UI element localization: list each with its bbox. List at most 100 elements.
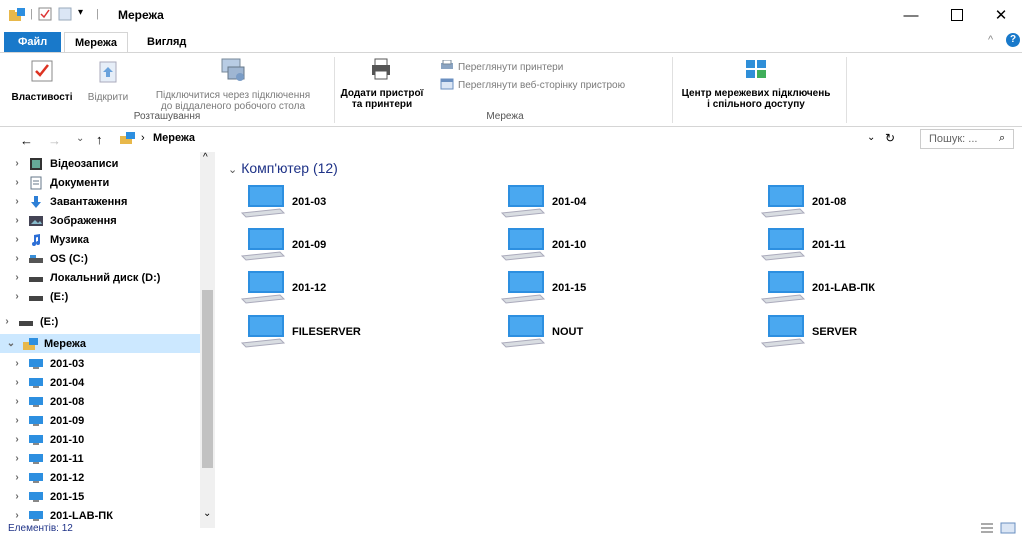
large-icons-view-icon[interactable] [1000,522,1016,537]
chevron-down-icon[interactable]: ⌄ [4,338,18,349]
nav-item-network[interactable]: ⌄ Мережа [0,334,200,353]
computer-item[interactable]: NOUT [500,312,700,352]
computer-icon [240,226,286,265]
nav-item-drive-c[interactable]: › OS (C:) [0,249,200,268]
properties-icon [30,59,54,86]
computer-item[interactable]: 201-03 [240,182,440,222]
computer-item[interactable]: 201-15 [500,268,700,308]
chevron-right-icon[interactable]: › [10,415,24,426]
chevron-right-icon[interactable]: › [10,158,24,169]
maximize-button[interactable] [934,0,980,30]
close-button[interactable]: ✕ [978,0,1022,30]
computer-item[interactable]: 201-10 [500,225,700,265]
forward-arrow-icon[interactable]: → [48,133,61,148]
nav-item-computer[interactable]: › 201-03 [0,354,200,373]
properties-quick-icon[interactable] [38,7,52,24]
collapse-ribbon-icon[interactable]: ^ [988,34,993,46]
nav-item-computer[interactable]: › 201-12 [0,468,200,487]
chevron-right-icon[interactable]: › [10,472,24,483]
chevron-right-icon[interactable]: › [10,215,24,226]
nav-item-computer[interactable]: › 201-08 [0,392,200,411]
chevron-right-icon[interactable]: › [10,291,24,302]
breadcrumb-chevron-icon[interactable]: › [141,132,145,144]
nav-item-computer[interactable]: › 201-15 [0,487,200,506]
nav-item-videos[interactable]: › Відеозаписи [0,154,200,173]
computer-item[interactable]: 201-12 [240,268,440,308]
refresh-icon[interactable]: ↻ [885,131,895,145]
scroll-down-icon[interactable]: ⌄ [203,508,211,519]
nav-item-documents[interactable]: › Документи [0,173,200,192]
computer-item[interactable]: 201-09 [240,225,440,265]
chevron-right-icon[interactable]: › [10,510,24,521]
nav-item-drive-d[interactable]: › Локальний диск (D:) [0,268,200,287]
details-view-icon[interactable] [980,522,994,537]
nav-item-downloads[interactable]: › Завантаження [0,192,200,211]
computer-name: 201-10 [552,239,587,251]
help-icon[interactable]: ? [1006,33,1020,47]
documents-folder-icon [28,176,44,190]
computer-icon [760,183,806,222]
view-printers-button[interactable]: Переглянути принтери [440,59,563,75]
address-bar[interactable]: › Мережа ⌄ ↻ [115,129,895,149]
add-devices-button[interactable]: Додати пристрої та принтери [340,57,424,110]
computer-icon [28,471,44,485]
computer-icon [28,376,44,390]
search-placeholder: Пошук: ... [929,133,978,145]
properties-button[interactable]: Властивості [6,57,78,107]
chevron-right-icon[interactable]: › [10,177,24,188]
chevron-right-icon[interactable]: › [10,234,24,245]
open-button[interactable]: Відкрити [82,57,134,107]
chevron-right-icon[interactable]: › [10,377,24,388]
chevron-right-icon[interactable]: › [10,196,24,207]
minimize-button[interactable]: — [888,0,934,30]
nav-item-drive-e-2[interactable]: › (E:) [0,312,200,331]
group-header[interactable]: ⌄ Комп'ютер (12) [228,160,338,176]
network-sharing-center-button[interactable]: Центр мережевих підключень і спільного д… [676,57,836,110]
computer-name: FILESERVER [292,326,361,338]
nav-scrollbar-thumb[interactable] [202,290,213,468]
tab-view[interactable]: Вигляд [137,32,196,52]
computer-item[interactable]: 201-11 [760,225,960,265]
tab-network[interactable]: Мережа [64,32,129,53]
computer-item[interactable]: 201-04 [500,182,700,222]
computer-item[interactable]: 201-08 [760,182,960,222]
computer-icon [760,313,806,352]
chevron-right-icon[interactable]: › [10,434,24,445]
scroll-up-icon[interactable]: ^ [203,152,208,163]
nav-item-computer[interactable]: › 201-10 [0,430,200,449]
recent-locations-chevron-icon[interactable]: ⌄ [76,133,84,144]
nav-item-pictures[interactable]: › Зображення [0,211,200,230]
computer-icon [28,357,44,371]
chevron-down-icon[interactable]: ⌄ [228,164,237,176]
nav-item-label: 201-12 [50,471,85,484]
chevron-right-icon[interactable]: › [10,272,24,283]
address-dropdown-icon[interactable]: ⌄ [867,132,875,143]
new-folder-quick-icon[interactable] [58,7,72,24]
nav-item-drive-e[interactable]: › (E:) [0,287,200,306]
nav-item-music[interactable]: › Музика [0,230,200,249]
chevron-right-icon[interactable]: › [10,396,24,407]
chevron-right-icon[interactable]: › [10,491,24,502]
tab-file[interactable]: Файл [4,32,62,52]
chevron-right-icon[interactable]: › [10,253,24,264]
nav-item-computer[interactable]: › 201-04 [0,373,200,392]
nav-item-computer[interactable]: › 201-11 [0,449,200,468]
up-arrow-icon[interactable]: ↑ [96,132,103,147]
quick-access-dropdown-icon[interactable]: ▾ [78,7,83,18]
maximize-icon [951,9,963,21]
chevron-right-icon[interactable]: › [10,453,24,464]
breadcrumb[interactable]: Мережа [153,132,195,144]
nav-item-computer[interactable]: › 201-09 [0,411,200,430]
computer-item[interactable]: FILESERVER [240,312,440,352]
chevron-right-icon[interactable]: › [10,358,24,369]
computer-item[interactable]: 201-LAB-ПК [760,268,960,308]
search-input[interactable]: Пошук: ... ⌕ [920,129,1014,149]
chevron-right-icon[interactable]: › [0,316,14,327]
computer-name: 201-15 [552,282,587,294]
computer-item[interactable]: SERVER [760,312,960,352]
nav-item-label: 201-08 [50,395,85,408]
view-device-webpage-button[interactable]: Переглянути веб-сторінку пристрою [440,77,625,93]
connect-remote-desktop-button[interactable]: Підключитися через підключення до віддал… [138,57,328,112]
back-arrow-icon[interactable]: ← [20,133,33,148]
computer-icon [500,183,546,222]
